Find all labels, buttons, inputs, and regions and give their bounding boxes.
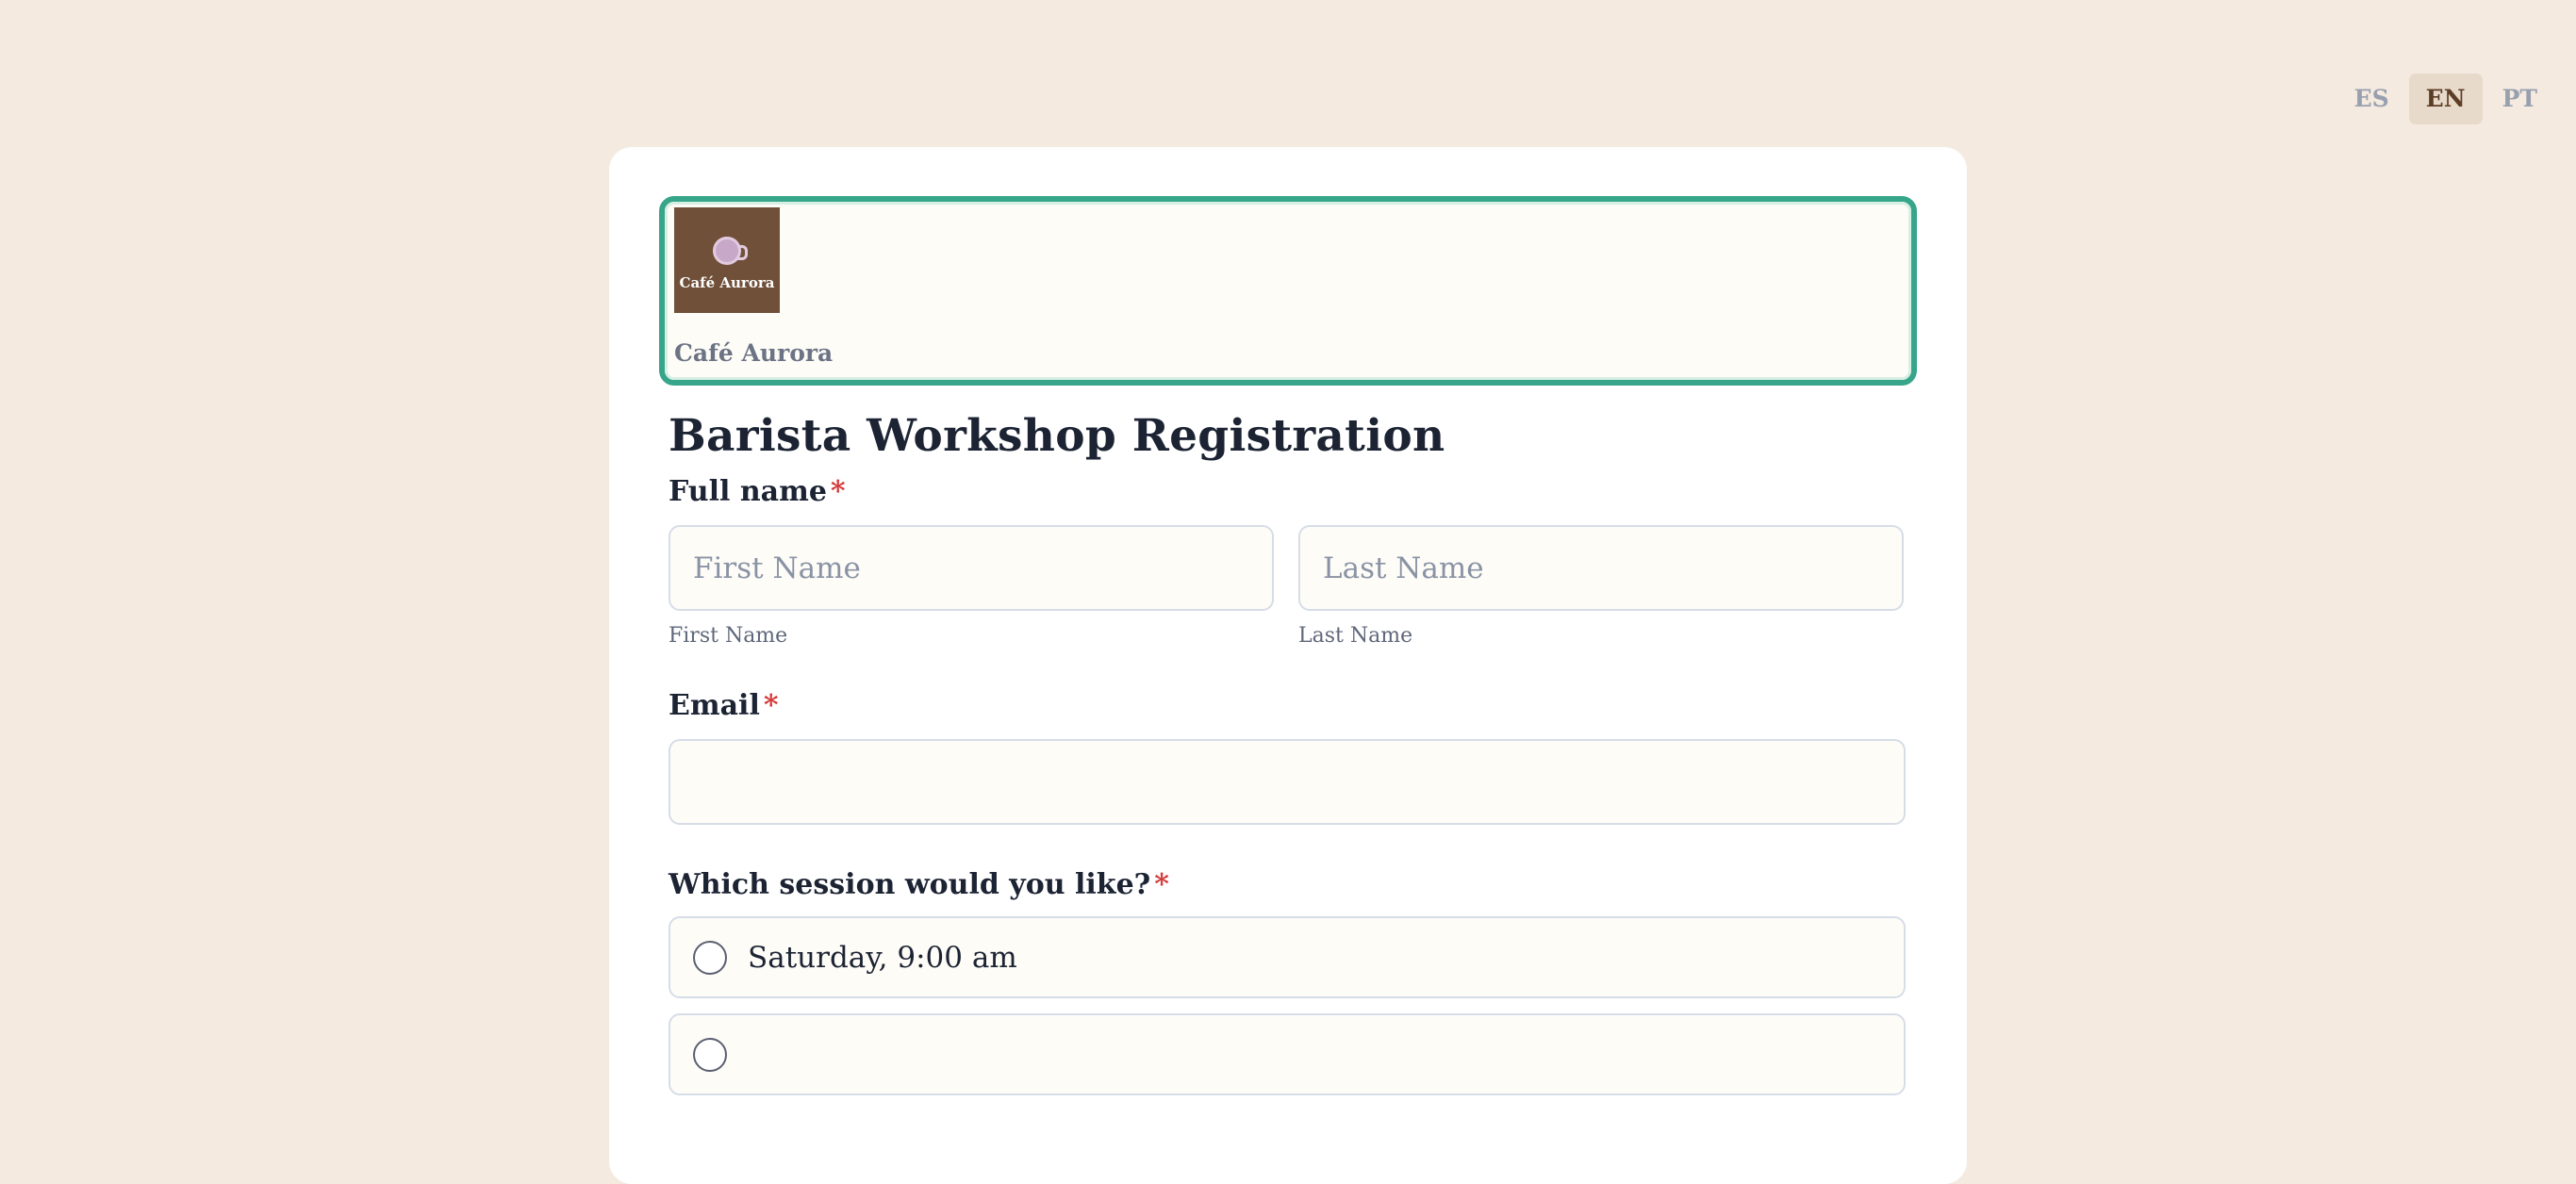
lang-en-button[interactable]: EN bbox=[2408, 74, 2483, 124]
last-name-sublabel: Last Name bbox=[1298, 624, 1413, 648]
email-input[interactable] bbox=[669, 739, 1906, 825]
page-title: Barista Workshop Registration bbox=[669, 410, 1445, 462]
email-label: Email * bbox=[669, 689, 1917, 722]
lang-pt-button[interactable]: PT bbox=[2488, 74, 2551, 124]
coffee-cup-icon bbox=[713, 237, 748, 265]
radio-button[interactable] bbox=[693, 1037, 727, 1072]
required-marker: * bbox=[1154, 868, 1169, 901]
session-option-1[interactable]: Saturday, 9:00 am bbox=[669, 916, 1906, 998]
full-name-label: Full name * bbox=[669, 475, 1917, 508]
email-label-text: Email bbox=[669, 689, 760, 722]
required-marker: * bbox=[763, 689, 779, 722]
session-option-2[interactable] bbox=[669, 1013, 1906, 1095]
first-name-input[interactable] bbox=[669, 525, 1274, 611]
lang-es-button[interactable]: ES bbox=[2340, 74, 2403, 124]
last-name-column: Last Name bbox=[1298, 525, 1904, 648]
logo-text: Café Aurora bbox=[679, 274, 775, 291]
radio-button[interactable] bbox=[693, 940, 727, 975]
full-name-row: First Name Last Name bbox=[669, 525, 1917, 648]
first-name-sublabel: First Name bbox=[669, 624, 788, 648]
language-switcher: ES EN PT bbox=[2340, 74, 2551, 124]
last-name-input[interactable] bbox=[1298, 525, 1904, 611]
form-card: Café Aurora Café Aurora Barista Workshop… bbox=[609, 147, 1967, 1184]
cafe-logo: Café Aurora bbox=[674, 207, 780, 313]
session-option-label: Saturday, 9:00 am bbox=[748, 940, 1017, 975]
full-name-label-text: Full name bbox=[669, 475, 827, 508]
session-label: Which session would you like? * bbox=[669, 868, 1917, 901]
first-name-column: First Name bbox=[669, 525, 1274, 648]
form-container: Café Aurora Café Aurora Barista Workshop… bbox=[659, 196, 1917, 1095]
required-marker: * bbox=[830, 475, 846, 508]
session-label-text: Which session would you like? bbox=[669, 868, 1151, 901]
brand-name: Café Aurora bbox=[674, 339, 834, 367]
form-body: Barista Workshop Registration Full name *… bbox=[659, 410, 1917, 1095]
form-header[interactable]: Café Aurora Café Aurora bbox=[659, 196, 1917, 386]
